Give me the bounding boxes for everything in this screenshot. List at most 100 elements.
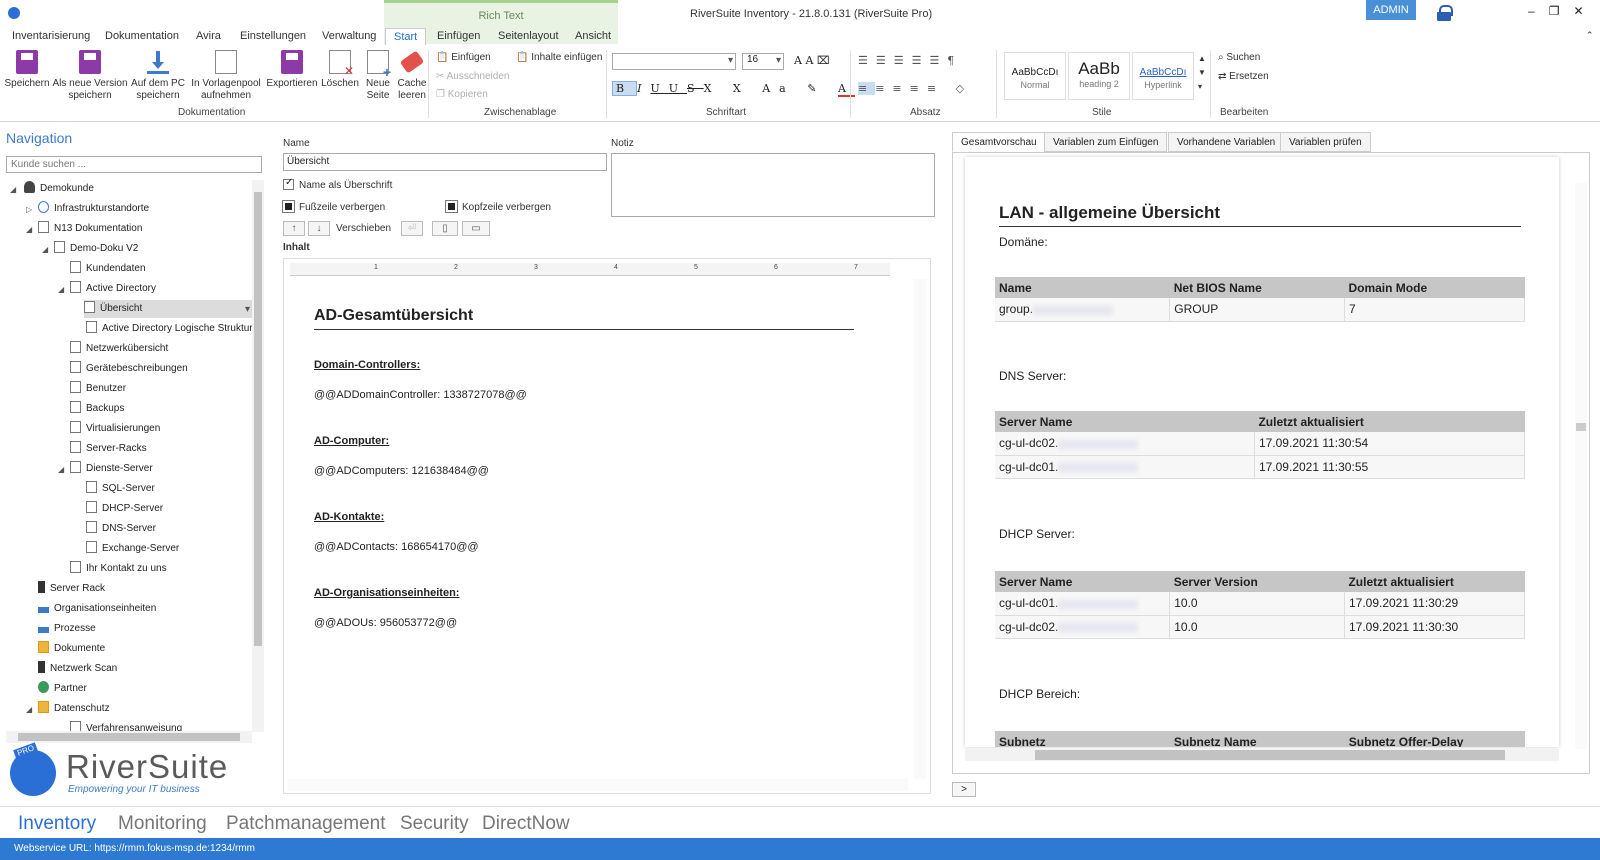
save-button[interactable]: Speichern [4, 50, 50, 90]
tab-check-variables[interactable]: Variablen prüfen [1280, 132, 1371, 152]
tree-item[interactable]: Virtualisierungen [70, 420, 160, 438]
expand-arrow-icon[interactable]: ◢ [26, 705, 32, 714]
editor-horizontal-scrollbar[interactable] [288, 779, 908, 791]
grow-shrink-font-buttons[interactable]: A A ⌧ [794, 54, 830, 67]
tree-item[interactable]: Gerätebeschreibungen [70, 360, 188, 378]
tree-item[interactable]: Demo-Doku V2 [54, 240, 138, 258]
tab-start[interactable]: Start [385, 28, 427, 45]
tree-item[interactable]: N13 Dokumentation [38, 220, 142, 238]
preview-vertical-scrollbar[interactable] [1575, 183, 1587, 749]
tree-item[interactable]: Active Directory Logische Struktur [86, 320, 252, 338]
rich-text-editor[interactable]: 1 2 3 4 5 6 7 AD-Gesamtübersicht Domain-… [283, 258, 931, 794]
tree-item[interactable]: SQL-Server [86, 480, 155, 498]
app-icon[interactable] [8, 7, 20, 19]
tree-item[interactable]: Backups [70, 400, 124, 418]
bold-button[interactable]: B [612, 81, 638, 96]
name-input[interactable]: Übersicht [283, 153, 607, 171]
tree-item[interactable]: Prozesse [38, 620, 96, 638]
tab-einfuegen[interactable]: Einfügen [437, 30, 480, 42]
module-patchmanagement[interactable]: Patchmanagement [226, 813, 386, 835]
module-security[interactable]: Security [400, 813, 469, 835]
tree-item[interactable]: DHCP-Server [86, 500, 163, 518]
save-to-pc-button[interactable]: Auf dem PC speichern [130, 50, 186, 102]
collapse-ribbon-icon[interactable]: ⌃ [1586, 30, 1594, 41]
export-button[interactable]: Exportieren [264, 50, 320, 90]
template-pool-button[interactable]: In Vorlagenpool aufnehmen [188, 50, 264, 102]
tree-item-selected[interactable]: Übersicht [84, 300, 252, 319]
portrait-button[interactable]: ▯ [432, 221, 458, 236]
tab-full-preview[interactable]: Gesamtvorschau [952, 132, 1046, 152]
delete-button[interactable]: Löschen [320, 50, 360, 90]
tree-item[interactable]: Exchange-Server [86, 540, 179, 558]
tree-horizontal-scrollbar[interactable] [6, 731, 252, 743]
landscape-button[interactable]: ▭ [462, 221, 490, 236]
close-icon[interactable]: ✕ [1573, 4, 1597, 18]
tab-inventarisierung[interactable]: Inventarisierung [12, 30, 90, 42]
tree-item[interactable]: Benutzer [70, 380, 126, 398]
scroll-thumb[interactable] [1576, 423, 1586, 431]
module-directnow[interactable]: DirectNow [482, 813, 570, 835]
underline-button[interactable]: U [650, 82, 668, 95]
tree-item[interactable]: Demokunde [24, 180, 94, 198]
tab-avira[interactable]: Avira [196, 30, 221, 42]
alignment-buttons[interactable]: ≡≡≡≡≡ ◇ [858, 82, 972, 95]
name-as-heading-checkbox[interactable] [283, 177, 294, 190]
tree-item[interactable]: Server Rack [38, 580, 105, 598]
paste-button[interactable]: 📋 Einfügen [436, 52, 491, 63]
replace-button[interactable]: ⇄ Ersetzen [1218, 71, 1269, 82]
customer-search-input[interactable] [6, 156, 262, 173]
style-heading-2[interactable]: AaBb heading 2 [1068, 52, 1130, 100]
double-underline-button[interactable]: U [669, 82, 687, 95]
scroll-thumb[interactable] [1035, 750, 1505, 760]
tree-item[interactable]: DNS-Server [86, 520, 156, 538]
note-textarea[interactable] [611, 153, 935, 217]
tree-item[interactable]: Netzwerk Scan [38, 660, 117, 678]
style-normal[interactable]: AaBbCcDı Normal [1004, 52, 1066, 100]
italic-button[interactable]: I [637, 82, 650, 95]
expand-arrow-icon[interactable]: ◢ [10, 185, 16, 194]
tree-item[interactable]: Dienste-Server [70, 460, 153, 478]
font-size-select[interactable]: 16 [742, 53, 784, 70]
styles-scroll[interactable]: ▲ ▼ ▾ [1198, 52, 1206, 94]
expand-arrow-icon[interactable]: ◢ [42, 245, 48, 254]
tab-ansicht[interactable]: Ansicht [575, 30, 611, 42]
cut-button[interactable]: ✂ Ausschneiden [436, 71, 509, 82]
move-up-button[interactable]: ↑ [283, 221, 305, 236]
minimize-icon[interactable]: – [1528, 4, 1549, 18]
clear-cache-button[interactable]: Cache leeren [396, 50, 428, 102]
paste-content-button[interactable]: 📋 Inhalte einfügen [516, 52, 602, 63]
expand-arrow-icon[interactable]: ◢ [26, 225, 32, 234]
tree-item[interactable]: Infrastrukturstandorte [38, 200, 149, 218]
move-down-button[interactable]: ↓ [308, 221, 330, 236]
font-format-buttons[interactable]: B IUUSX X Aa ✎ A [612, 81, 855, 97]
editor-vertical-scrollbar[interactable] [914, 279, 926, 779]
scroll-thumb[interactable] [254, 192, 262, 646]
tree-item[interactable]: Datenschutz [38, 700, 110, 718]
tree-item[interactable]: Kundendaten [70, 260, 146, 278]
insert-break-button[interactable]: ⏎ [401, 221, 423, 236]
strike-button[interactable]: S [687, 82, 704, 95]
new-page-button[interactable]: NeueSeite [362, 50, 394, 102]
ruler[interactable]: 1 2 3 4 5 6 7 [290, 263, 890, 276]
lock-icon[interactable] [1437, 5, 1453, 21]
copy-button[interactable]: ❐ Kopieren [436, 89, 488, 100]
scroll-thumb[interactable] [18, 733, 240, 741]
tree-item[interactable]: Organisationseinheiten [38, 600, 156, 618]
tree-item[interactable]: Server-Racks [70, 440, 147, 458]
preview-horizontal-scrollbar[interactable] [965, 749, 1559, 761]
module-monitoring[interactable]: Monitoring [118, 813, 207, 835]
tab-verwaltung[interactable]: Verwaltung [322, 30, 376, 42]
tree-item[interactable]: Ihr Kontakt zu uns [70, 560, 167, 578]
style-hyperlink[interactable]: AaBbCcDı Hyperlink [1132, 52, 1194, 100]
font-color-icon[interactable]: A [837, 82, 855, 97]
tree-item[interactable]: Partner [38, 680, 87, 698]
save-new-version-button[interactable]: Als neue Version speichern [52, 50, 128, 102]
admin-button[interactable]: ADMIN [1366, 0, 1416, 20]
tree-item[interactable]: Netzwerkübersicht [70, 340, 168, 358]
expand-arrow-icon[interactable]: ◢ [58, 465, 64, 474]
tree-item[interactable]: Active Directory [70, 280, 156, 298]
align-left-button[interactable]: ≡ [858, 82, 876, 95]
tree-item[interactable]: Dokumente [38, 640, 105, 658]
expand-preview-button[interactable]: > [952, 782, 976, 797]
module-inventory[interactable]: Inventory [18, 813, 96, 835]
